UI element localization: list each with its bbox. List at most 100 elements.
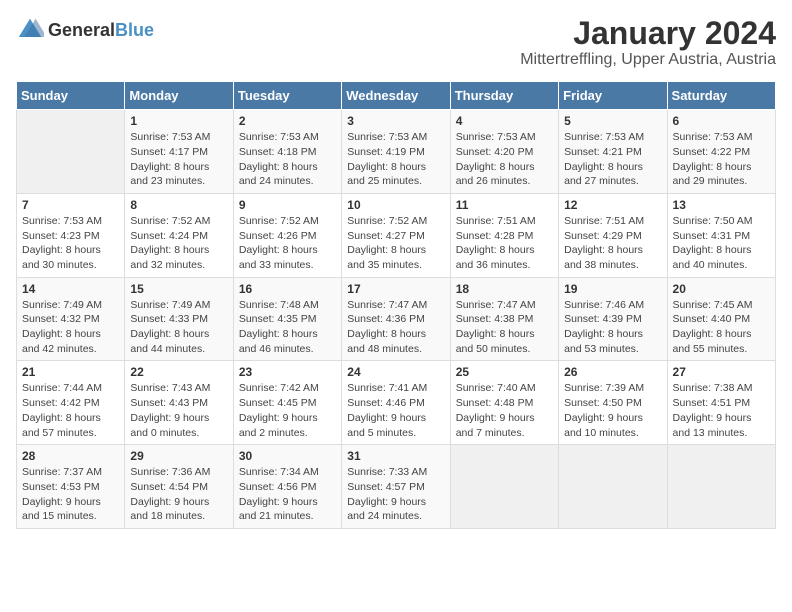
- weekday-header: Thursday: [450, 82, 558, 110]
- day-info: Sunrise: 7:52 AMSunset: 4:24 PMDaylight:…: [130, 214, 227, 273]
- day-info: Sunrise: 7:42 AMSunset: 4:45 PMDaylight:…: [239, 381, 336, 440]
- calendar-cell: 24Sunrise: 7:41 AMSunset: 4:46 PMDayligh…: [342, 361, 450, 445]
- day-number: 22: [130, 365, 227, 379]
- day-info: Sunrise: 7:36 AMSunset: 4:54 PMDaylight:…: [130, 465, 227, 524]
- calendar-cell: 9 Sunrise: 7:52 AMSunset: 4:26 PMDaylight…: [233, 193, 341, 277]
- day-number: 21: [22, 365, 119, 379]
- day-number: 23: [239, 365, 336, 379]
- day-info: Sunrise: 7:53 AMSunset: 4:18 PMDaylight:…: [239, 130, 336, 189]
- day-info: Sunrise: 7:51 AMSunset: 4:29 PMDaylight:…: [564, 214, 661, 273]
- day-number: 29: [130, 449, 227, 463]
- calendar-cell: 31 Sunrise: 7:33 AMSunset: 4:57 PMDayligh…: [342, 445, 450, 529]
- logo-icon: [16, 16, 44, 44]
- day-info: Sunrise: 7:53 AMSunset: 4:21 PMDaylight:…: [564, 130, 661, 189]
- weekday-header: Wednesday: [342, 82, 450, 110]
- calendar-cell: 5 Sunrise: 7:53 AMSunset: 4:21 PMDaylight…: [559, 110, 667, 194]
- calendar-cell: [667, 445, 775, 529]
- page-header: GeneralBlue January 2024 Mittertreffling…: [16, 16, 776, 69]
- day-info: Sunrise: 7:43 AMSunset: 4:43 PMDaylight:…: [130, 381, 227, 440]
- calendar-cell: [450, 445, 558, 529]
- calendar-cell: [559, 445, 667, 529]
- calendar-cell: [17, 110, 125, 194]
- weekday-header: Sunday: [17, 82, 125, 110]
- calendar-header-row: SundayMondayTuesdayWednesdayThursdayFrid…: [17, 82, 776, 110]
- calendar-cell: 2Sunrise: 7:53 AMSunset: 4:18 PMDaylight…: [233, 110, 341, 194]
- day-info: Sunrise: 7:49 AMSunset: 4:32 PMDaylight:…: [22, 298, 119, 357]
- day-number: 9: [239, 198, 336, 212]
- day-info: Sunrise: 7:34 AMSunset: 4:56 PMDaylight:…: [239, 465, 336, 524]
- day-info: Sunrise: 7:52 AMSunset: 4:26 PMDaylight:…: [239, 214, 336, 273]
- day-info: Sunrise: 7:40 AMSunset: 4:48 PMDaylight:…: [456, 381, 553, 440]
- calendar-cell: 28 Sunrise: 7:37 AMSunset: 4:53 PMDayligh…: [17, 445, 125, 529]
- calendar-cell: 10Sunrise: 7:52 AMSunset: 4:27 PMDayligh…: [342, 193, 450, 277]
- day-number: 26: [564, 365, 661, 379]
- calendar-week-row: 21Sunrise: 7:44 AMSunset: 4:42 PMDayligh…: [17, 361, 776, 445]
- calendar-cell: 29 Sunrise: 7:36 AMSunset: 4:54 PMDayligh…: [125, 445, 233, 529]
- weekday-header: Monday: [125, 82, 233, 110]
- day-info: Sunrise: 7:52 AMSunset: 4:27 PMDaylight:…: [347, 214, 444, 273]
- day-info: Sunrise: 7:53 AMSunset: 4:19 PMDaylight:…: [347, 130, 444, 189]
- day-number: 5: [564, 114, 661, 128]
- day-number: 7: [22, 198, 119, 212]
- day-info: Sunrise: 7:51 AMSunset: 4:28 PMDaylight:…: [456, 214, 553, 273]
- day-info: Sunrise: 7:53 AMSunset: 4:17 PMDaylight:…: [130, 130, 227, 189]
- day-info: Sunrise: 7:47 AMSunset: 4:38 PMDaylight:…: [456, 298, 553, 357]
- day-number: 6: [673, 114, 770, 128]
- day-info: Sunrise: 7:33 AMSunset: 4:57 PMDaylight:…: [347, 465, 444, 524]
- day-number: 15: [130, 282, 227, 296]
- day-number: 12: [564, 198, 661, 212]
- title-block: January 2024 Mittertreffling, Upper Aust…: [520, 16, 776, 69]
- day-number: 24: [347, 365, 444, 379]
- day-info: Sunrise: 7:45 AMSunset: 4:40 PMDaylight:…: [673, 298, 770, 357]
- calendar-cell: 22 Sunrise: 7:43 AMSunset: 4:43 PMDayligh…: [125, 361, 233, 445]
- calendar-cell: 3 Sunrise: 7:53 AMSunset: 4:19 PMDaylight…: [342, 110, 450, 194]
- logo-blue: Blue: [115, 20, 154, 40]
- day-info: Sunrise: 7:49 AMSunset: 4:33 PMDaylight:…: [130, 298, 227, 357]
- day-info: Sunrise: 7:47 AMSunset: 4:36 PMDaylight:…: [347, 298, 444, 357]
- day-number: 25: [456, 365, 553, 379]
- calendar-cell: 15 Sunrise: 7:49 AMSunset: 4:33 PMDayligh…: [125, 277, 233, 361]
- day-number: 11: [456, 198, 553, 212]
- day-info: Sunrise: 7:39 AMSunset: 4:50 PMDaylight:…: [564, 381, 661, 440]
- day-info: Sunrise: 7:46 AMSunset: 4:39 PMDaylight:…: [564, 298, 661, 357]
- logo-general: General: [48, 20, 115, 40]
- day-info: Sunrise: 7:48 AMSunset: 4:35 PMDaylight:…: [239, 298, 336, 357]
- day-number: 3: [347, 114, 444, 128]
- day-number: 31: [347, 449, 444, 463]
- day-number: 1: [130, 114, 227, 128]
- day-info: Sunrise: 7:53 AMSunset: 4:23 PMDaylight:…: [22, 214, 119, 273]
- day-number: 19: [564, 282, 661, 296]
- calendar-cell: 1 Sunrise: 7:53 AMSunset: 4:17 PMDaylight…: [125, 110, 233, 194]
- calendar-cell: 6 Sunrise: 7:53 AMSunset: 4:22 PMDaylight…: [667, 110, 775, 194]
- calendar-cell: 26 Sunrise: 7:39 AMSunset: 4:50 PMDayligh…: [559, 361, 667, 445]
- page-subtitle: Mittertreffling, Upper Austria, Austria: [520, 51, 776, 69]
- calendar-cell: 7 Sunrise: 7:53 AMSunset: 4:23 PMDaylight…: [17, 193, 125, 277]
- calendar-cell: 19 Sunrise: 7:46 AMSunset: 4:39 PMDayligh…: [559, 277, 667, 361]
- calendar-cell: 13Sunrise: 7:50 AMSunset: 4:31 PMDayligh…: [667, 193, 775, 277]
- day-number: 13: [673, 198, 770, 212]
- calendar-week-row: 1 Sunrise: 7:53 AMSunset: 4:17 PMDaylight…: [17, 110, 776, 194]
- day-number: 18: [456, 282, 553, 296]
- calendar-cell: 14Sunrise: 7:49 AMSunset: 4:32 PMDayligh…: [17, 277, 125, 361]
- calendar-week-row: 7 Sunrise: 7:53 AMSunset: 4:23 PMDaylight…: [17, 193, 776, 277]
- weekday-header: Friday: [559, 82, 667, 110]
- calendar-cell: 20Sunrise: 7:45 AMSunset: 4:40 PMDayligh…: [667, 277, 775, 361]
- calendar-cell: 21Sunrise: 7:44 AMSunset: 4:42 PMDayligh…: [17, 361, 125, 445]
- calendar-cell: 23 Sunrise: 7:42 AMSunset: 4:45 PMDayligh…: [233, 361, 341, 445]
- calendar-cell: 4 Sunrise: 7:53 AMSunset: 4:20 PMDaylight…: [450, 110, 558, 194]
- day-number: 8: [130, 198, 227, 212]
- day-info: Sunrise: 7:53 AMSunset: 4:22 PMDaylight:…: [673, 130, 770, 189]
- day-info: Sunrise: 7:38 AMSunset: 4:51 PMDaylight:…: [673, 381, 770, 440]
- day-info: Sunrise: 7:53 AMSunset: 4:20 PMDaylight:…: [456, 130, 553, 189]
- day-number: 28: [22, 449, 119, 463]
- calendar-cell: 25 Sunrise: 7:40 AMSunset: 4:48 PMDayligh…: [450, 361, 558, 445]
- calendar-cell: 17Sunrise: 7:47 AMSunset: 4:36 PMDayligh…: [342, 277, 450, 361]
- day-number: 16: [239, 282, 336, 296]
- page-title: January 2024: [520, 16, 776, 51]
- day-number: 27: [673, 365, 770, 379]
- day-number: 4: [456, 114, 553, 128]
- day-info: Sunrise: 7:37 AMSunset: 4:53 PMDaylight:…: [22, 465, 119, 524]
- calendar-week-row: 14Sunrise: 7:49 AMSunset: 4:32 PMDayligh…: [17, 277, 776, 361]
- calendar-cell: 27 Sunrise: 7:38 AMSunset: 4:51 PMDayligh…: [667, 361, 775, 445]
- day-number: 30: [239, 449, 336, 463]
